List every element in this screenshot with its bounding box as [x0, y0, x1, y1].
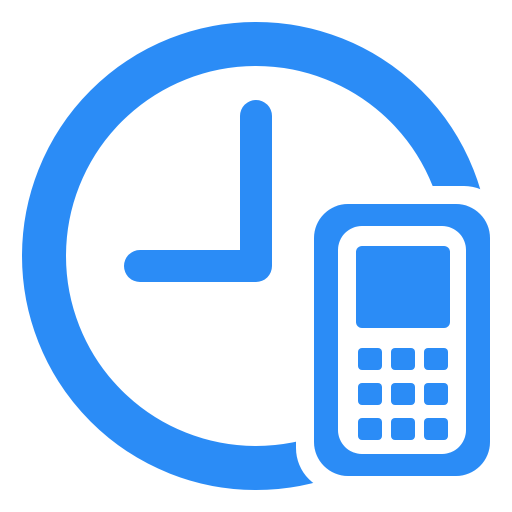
icon-canvas [22, 22, 508, 492]
clock-phone-icon [0, 0, 512, 512]
keypad-key [424, 348, 448, 370]
keypad-key [391, 383, 415, 405]
keypad-key [391, 418, 415, 440]
clock-hands [124, 100, 272, 282]
keypad-key [358, 418, 382, 440]
keypad-key [391, 348, 415, 370]
phone-screen [356, 246, 450, 328]
keypad-key [424, 418, 448, 440]
keypad-key [424, 383, 448, 405]
keypad-key [358, 383, 382, 405]
mobile-phone-icon [296, 186, 508, 492]
phone-keypad [358, 348, 448, 440]
keypad-key [358, 348, 382, 370]
